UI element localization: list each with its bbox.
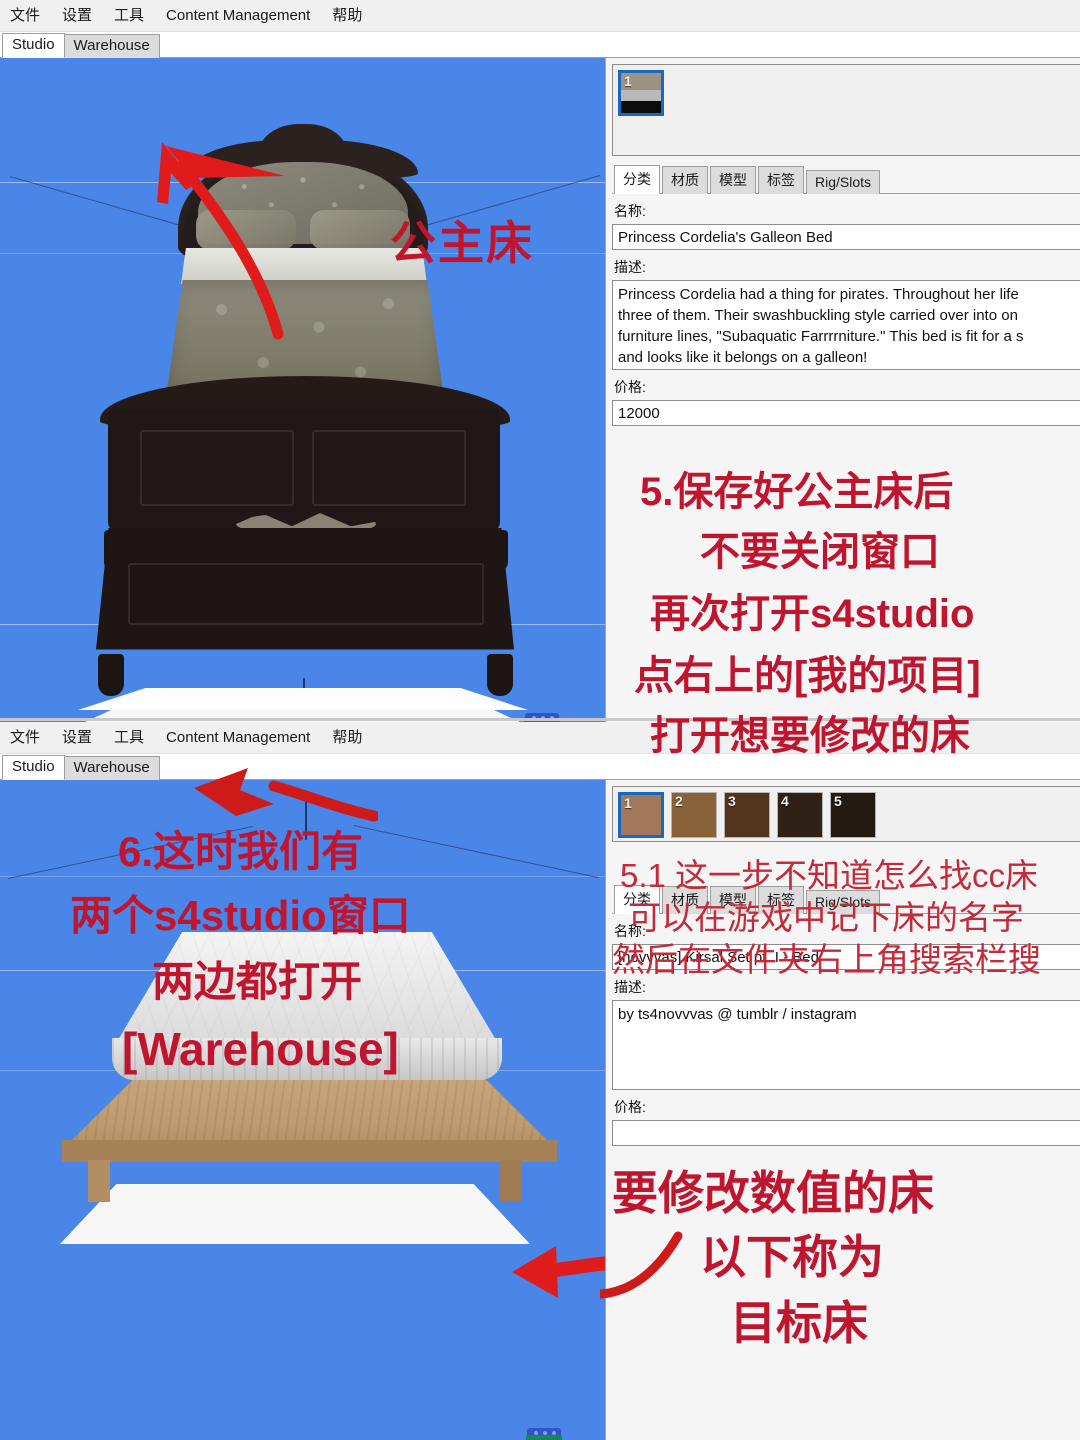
main-tabstrip-bottom[interactable]: Studio Warehouse — [0, 754, 1080, 780]
ptab-model-bottom[interactable]: 模型 — [710, 886, 756, 914]
property-tabstrip-bottom[interactable]: 分类 材质 模型 标签 Rig/Slots — [612, 884, 1080, 914]
description-line: by ts4novvvas @ tumblr / instagram — [618, 1006, 857, 1023]
description-line: Princess Cordelia had a thing for pirate… — [618, 286, 1019, 303]
property-tabstrip-top[interactable]: 分类 材质 模型 标签 Rig/Slots — [612, 164, 1080, 194]
bed-model-princess — [0, 58, 605, 722]
description-line: and looks like it belongs on a galleon! — [618, 349, 868, 366]
swatch-index: 4 — [781, 793, 789, 809]
screenshot-root: 文件 设置 工具 Content Management 帮助 Studio Wa… — [0, 0, 1080, 1440]
menu-item-file[interactable]: 文件 — [8, 728, 42, 747]
tab-studio-bottom[interactable]: Studio — [2, 755, 65, 780]
window-divider — [0, 718, 1080, 721]
menu-item-tools[interactable]: 工具 — [112, 6, 146, 25]
properties-panel-top: 1 分类 材质 模型 标签 Rig/Slots 名称: Princess Cor… — [606, 58, 1080, 722]
label-name-top: 名称: — [614, 203, 646, 219]
swatch-item[interactable]: 3 — [724, 792, 770, 838]
input-name-top[interactable]: Princess Cordelia's Galleon Bed — [612, 224, 1080, 250]
swatch-index: 3 — [728, 793, 736, 809]
s4studio-window-bottom: 文件 设置 工具 Content Management 帮助 Studio Wa… — [0, 722, 1080, 1440]
menu-item-file[interactable]: 文件 — [8, 6, 42, 25]
swatch-item[interactable]: 5 — [830, 792, 876, 838]
s4studio-window-top: 文件 设置 工具 Content Management 帮助 Studio Wa… — [0, 0, 1080, 722]
label-name-bottom: 名称: — [614, 923, 646, 939]
swatch-item[interactable]: 1 — [618, 792, 664, 838]
ptab-model-top[interactable]: 模型 — [710, 166, 756, 194]
description-line: furniture lines, "Subaquatic Farrrrnitur… — [618, 328, 1024, 345]
label-description-bottom: 描述: — [614, 979, 646, 995]
input-price-bottom[interactable] — [612, 1120, 1080, 1146]
input-description-top[interactable]: Princess Cordelia had a thing for pirate… — [612, 280, 1080, 370]
menu-item-help[interactable]: 帮助 — [330, 728, 364, 747]
menu-item-content-management[interactable]: Content Management — [164, 728, 312, 747]
bed-model-target — [0, 780, 605, 1440]
swatch-index: 2 — [675, 793, 683, 809]
ptab-material-top[interactable]: 材质 — [662, 166, 708, 194]
input-price-top[interactable]: 12000 — [612, 400, 1080, 426]
ptab-tags-top[interactable]: 标签 — [758, 166, 804, 194]
menu-item-content-management[interactable]: Content Management — [164, 6, 312, 25]
ptab-category-top[interactable]: 分类 — [614, 165, 660, 194]
properties-panel-bottom: 1 2 3 4 5 分类 材质 模型 标签 Rig/Slots 名称: [nov… — [606, 780, 1080, 1440]
ptab-rig-slots-top[interactable]: Rig/Slots — [806, 170, 881, 194]
ptab-category-bottom[interactable]: 分类 — [614, 885, 660, 914]
input-name-bottom[interactable]: [novvvas] Kirsal Set pt. I - Bed — [612, 944, 1080, 970]
menu-item-settings[interactable]: 设置 — [60, 728, 94, 747]
swatch-index: 1 — [624, 795, 632, 811]
main-tabstrip-top[interactable]: Studio Warehouse — [0, 32, 1080, 58]
ptab-rig-slots-bottom[interactable]: Rig/Slots — [806, 890, 881, 914]
menu-bar-top[interactable]: 文件 设置 工具 Content Management 帮助 — [0, 0, 1080, 32]
menu-item-help[interactable]: 帮助 — [330, 6, 364, 25]
menu-bar-bottom[interactable]: 文件 设置 工具 Content Management 帮助 — [0, 722, 1080, 754]
swatch-item[interactable]: 4 — [777, 792, 823, 838]
tab-warehouse-top[interactable]: Warehouse — [63, 34, 160, 58]
ptab-tags-bottom[interactable]: 标签 — [758, 886, 804, 914]
input-description-bottom[interactable]: by ts4novvvas @ tumblr / instagram — [612, 1000, 1080, 1090]
viewport-top[interactable]: R 公主床 — [0, 58, 606, 722]
swatch-item[interactable]: 2 — [671, 792, 717, 838]
menu-item-settings[interactable]: 设置 — [60, 6, 94, 25]
label-price-top: 价格: — [614, 379, 646, 395]
label-description-top: 描述: — [614, 259, 646, 275]
watermark-letter: R — [526, 1435, 562, 1440]
swatch-list-bottom[interactable]: 1 2 3 4 5 — [612, 786, 1080, 842]
description-line: three of them. Their swashbuckling style… — [618, 307, 1018, 324]
swatch-index: 1 — [624, 73, 632, 89]
swatch-item[interactable]: 1 — [618, 70, 664, 116]
watermark-r-badge-bottom: R — [522, 1428, 566, 1440]
tab-warehouse-bottom[interactable]: Warehouse — [63, 756, 160, 780]
menu-item-tools[interactable]: 工具 — [112, 728, 146, 747]
ptab-material-bottom[interactable]: 材质 — [662, 886, 708, 914]
label-price-bottom: 价格: — [614, 1099, 646, 1115]
tab-studio-top[interactable]: Studio — [2, 33, 65, 58]
swatch-list-top[interactable]: 1 — [612, 64, 1080, 156]
viewport-bottom[interactable]: R 6.这时我们有 — [0, 780, 606, 1440]
swatch-index: 5 — [834, 793, 842, 809]
